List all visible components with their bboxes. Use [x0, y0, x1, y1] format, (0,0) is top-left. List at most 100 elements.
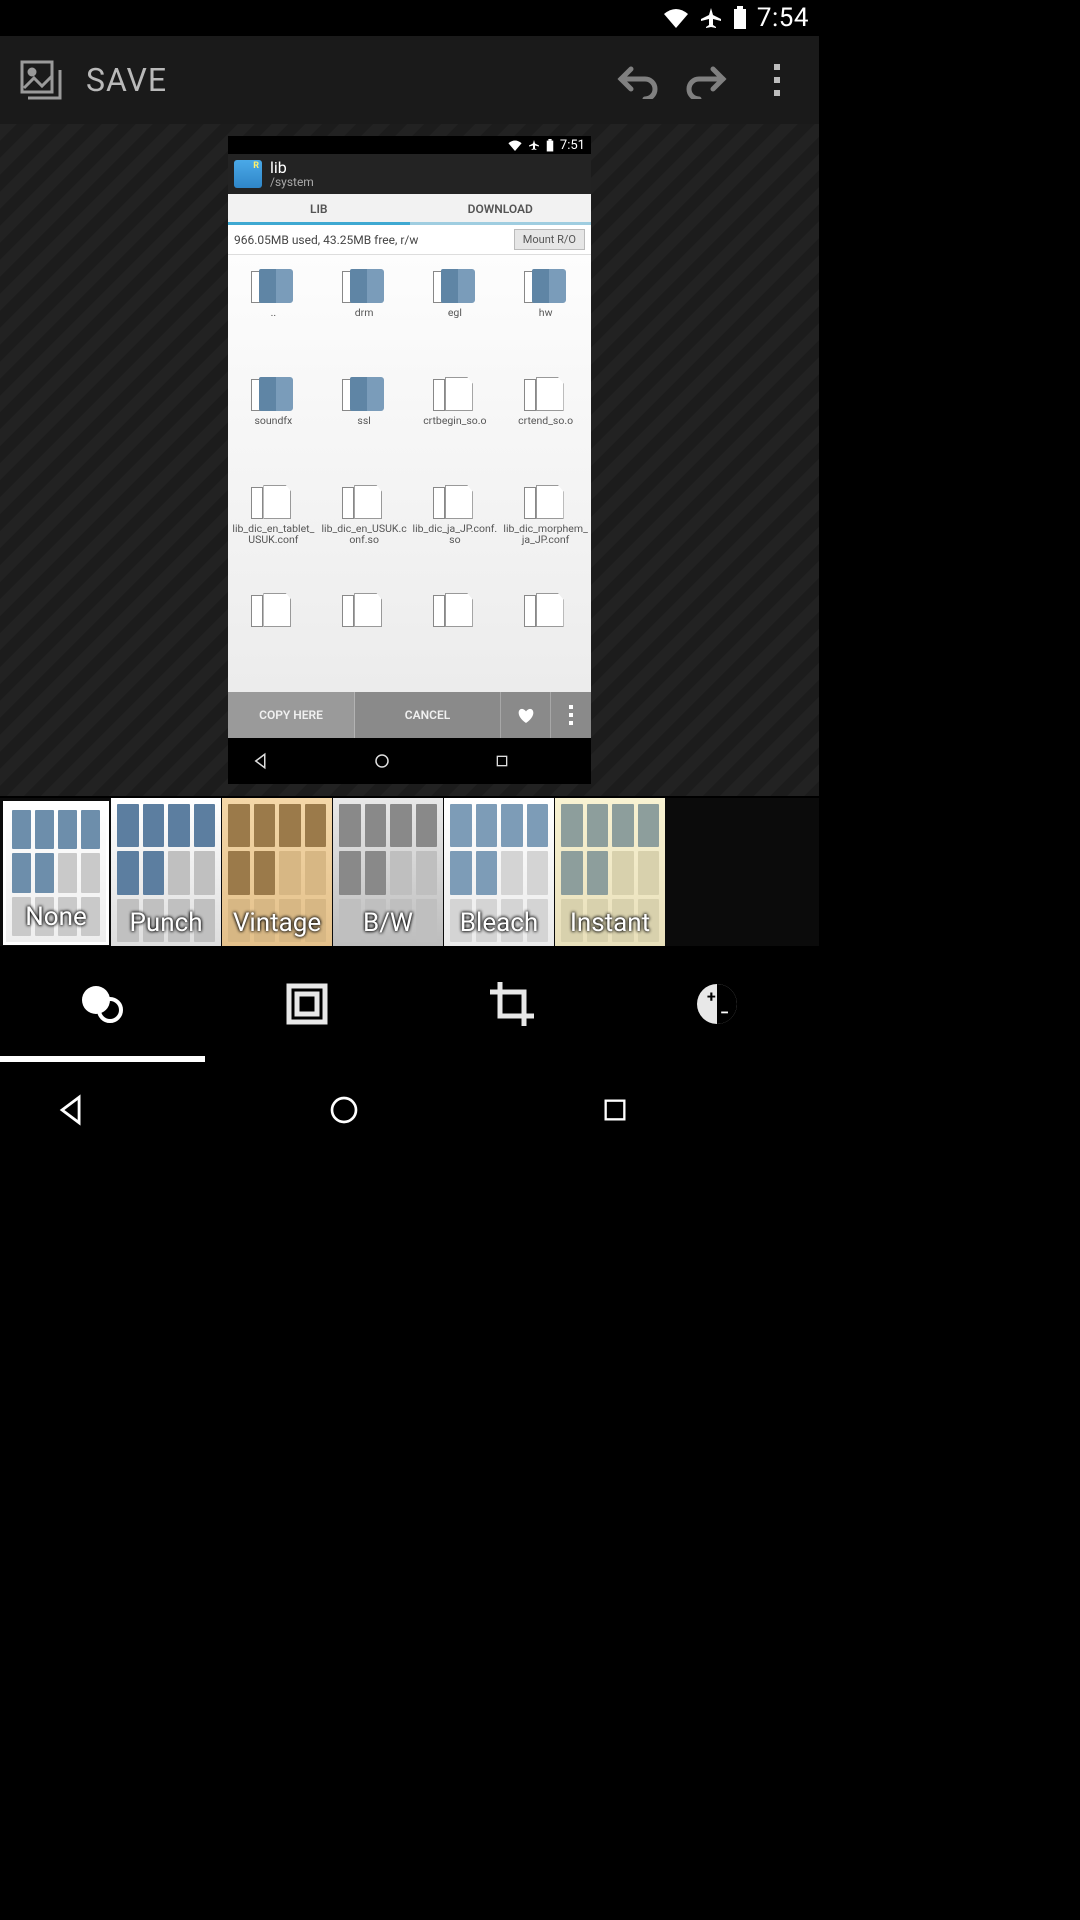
file-icon: [524, 593, 568, 627]
editor-canvas[interactable]: 7:51 lib /system LIB DOWNLOAD 966.05MB u…: [0, 124, 819, 796]
filter-bw[interactable]: B/W: [333, 798, 443, 946]
file-item[interactable]: lib_dic_ja_JP.conf.so: [410, 477, 501, 585]
battery-icon: [733, 6, 747, 30]
folder-icon: [524, 269, 568, 303]
filter-punch[interactable]: Punch: [111, 798, 221, 946]
crop-icon: [486, 978, 538, 1030]
system-nav-bar: [0, 1062, 819, 1158]
file-icon: [433, 485, 477, 519]
filter-instant[interactable]: Instant: [555, 798, 665, 946]
file-label: lib_dic_en_tablet_USUK.conf: [228, 523, 319, 545]
storage-text: 966.05MB used, 43.25MB free, r/w: [234, 233, 418, 247]
overflow-icon: [568, 704, 574, 726]
file-label: hw: [537, 307, 555, 318]
airplane-icon: [699, 6, 723, 30]
file-label: egl: [446, 307, 464, 318]
home-button[interactable]: [328, 1094, 492, 1126]
file-item[interactable]: [500, 585, 591, 692]
file-item[interactable]: [228, 585, 319, 692]
inner-status-bar: 7:51: [228, 136, 591, 154]
recents-button[interactable]: [601, 1096, 765, 1124]
file-label: lib_dic_en_USUK.conf.so: [319, 523, 410, 545]
tool-effects[interactable]: [0, 946, 205, 1062]
tab-lib[interactable]: LIB: [228, 194, 410, 225]
frame-icon: [283, 980, 331, 1028]
airplane-icon: [528, 139, 540, 151]
tool-frame[interactable]: [205, 946, 410, 1062]
folder-item[interactable]: ..: [228, 261, 319, 369]
file-icon: [433, 377, 477, 411]
status-bar: 7:54: [0, 0, 819, 36]
svg-text:−: −: [720, 1003, 729, 1022]
file-label: drm: [353, 307, 376, 318]
folder-item[interactable]: drm: [319, 261, 410, 369]
file-grid[interactable]: .. drm egl hw soundfx ssl crtbegin_so.o crtend_…: [228, 255, 591, 692]
file-label: lib_dic_morphem_ja_JP.conf: [500, 523, 591, 545]
folder-icon: [342, 377, 386, 411]
cancel-button[interactable]: CANCEL: [355, 692, 501, 738]
file-manager-tabs: LIB DOWNLOAD: [228, 194, 591, 225]
folder-item[interactable]: hw: [500, 261, 591, 369]
filter-vintage[interactable]: Vintage: [222, 798, 332, 946]
battery-icon: [546, 139, 554, 152]
file-icon: [251, 593, 295, 627]
wifi-icon: [508, 140, 522, 151]
save-button[interactable]: SAVE: [18, 58, 591, 102]
file-item[interactable]: crtbegin_so.o: [410, 369, 501, 477]
filter-none[interactable]: None: [3, 801, 109, 945]
mount-button[interactable]: Mount R/O: [514, 229, 585, 250]
file-icon: [524, 485, 568, 519]
file-label: lib_dic_ja_JP.conf.so: [410, 523, 501, 545]
file-label: soundfx: [252, 415, 294, 426]
file-item[interactable]: [410, 585, 501, 692]
folder-item[interactable]: egl: [410, 261, 501, 369]
more-button[interactable]: [551, 692, 591, 738]
recents-button[interactable]: [494, 753, 567, 769]
file-icon: [342, 485, 386, 519]
favorite-button[interactable]: [501, 692, 551, 738]
editor-toolbar: +−: [0, 946, 819, 1062]
file-label: crtbegin_so.o: [421, 415, 488, 426]
folder-icon: [433, 269, 477, 303]
file-label: ssl: [355, 415, 372, 426]
tool-adjust[interactable]: +−: [614, 946, 819, 1062]
file-action-bar: COPY HERE CANCEL: [228, 692, 591, 738]
file-label: crtend_so.o: [516, 415, 575, 426]
undo-button[interactable]: [613, 61, 661, 99]
image-icon: [18, 58, 66, 102]
embedded-screenshot: 7:51 lib /system LIB DOWNLOAD 966.05MB u…: [228, 136, 591, 784]
overflow-menu-button[interactable]: [753, 60, 801, 100]
file-icon: [251, 485, 295, 519]
copy-here-button[interactable]: COPY HERE: [228, 692, 355, 738]
filter-strip[interactable]: None Punch Vintage B/WBleach Instant: [0, 796, 819, 946]
home-button[interactable]: [373, 752, 446, 770]
folder-title: lib: [270, 159, 314, 177]
filter-label: None: [25, 902, 87, 942]
file-item[interactable]: lib_dic_en_tablet_USUK.conf: [228, 477, 319, 585]
file-item[interactable]: lib_dic_en_USUK.conf.so: [319, 477, 410, 585]
adjust-icon: +−: [693, 980, 741, 1028]
status-time: 7:54: [757, 3, 809, 33]
filter-label: Instant: [570, 908, 650, 946]
file-item[interactable]: [319, 585, 410, 692]
redo-button[interactable]: [683, 61, 731, 99]
inner-nav-bar: [228, 738, 591, 784]
file-item[interactable]: lib_dic_morphem_ja_JP.conf: [500, 477, 591, 585]
tab-download[interactable]: DOWNLOAD: [410, 194, 592, 225]
folder-icon: [251, 377, 295, 411]
filter-bleach[interactable]: Bleach: [444, 798, 554, 946]
folder-icon: [342, 269, 386, 303]
back-button[interactable]: [55, 1093, 219, 1127]
file-item[interactable]: crtend_so.o: [500, 369, 591, 477]
back-button[interactable]: [252, 752, 325, 770]
inner-status-time: 7:51: [560, 138, 585, 153]
file-icon: [342, 593, 386, 627]
filter-label: Vintage: [233, 908, 321, 946]
folder-icon: [251, 269, 295, 303]
tool-crop[interactable]: [410, 946, 615, 1062]
heart-icon: [517, 707, 535, 723]
folder-item[interactable]: ssl: [319, 369, 410, 477]
folder-item[interactable]: soundfx: [228, 369, 319, 477]
wifi-icon: [663, 8, 689, 28]
file-manager-appbar: lib /system: [228, 154, 591, 194]
